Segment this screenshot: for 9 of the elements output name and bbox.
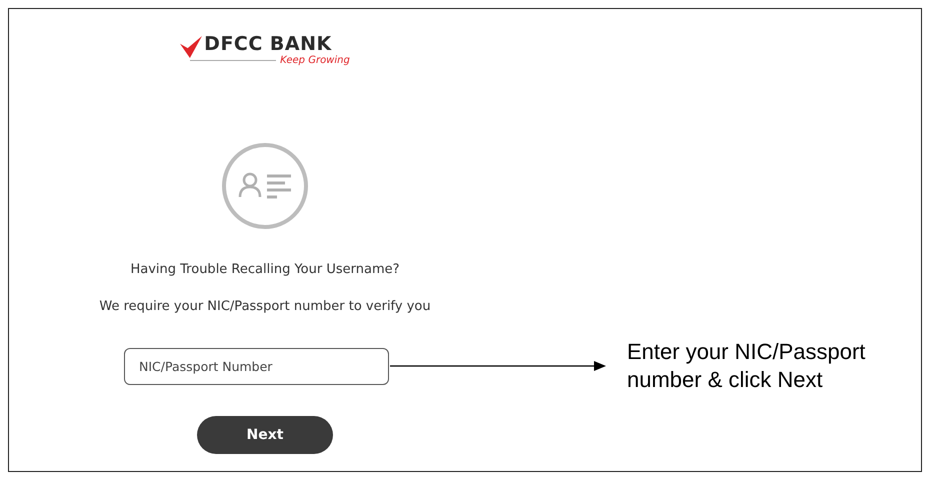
logo-tagline: Keep Growing bbox=[280, 55, 350, 66]
instruction-text: We require your NIC/Passport number to verify you bbox=[99, 299, 431, 314]
annotation-text: Enter your NIC/Passport number & click Next bbox=[627, 338, 866, 394]
check-mark-logo-icon bbox=[180, 36, 202, 58]
bank-logo-name: DFCC BANK bbox=[204, 33, 333, 55]
user-card-icon bbox=[221, 142, 309, 230]
page-heading: Having Trouble Recalling Your Username? bbox=[130, 262, 400, 277]
nic-passport-input-field[interactable]: NIC/Passport Number bbox=[124, 348, 389, 384]
next-button[interactable]: Next bbox=[197, 416, 333, 454]
